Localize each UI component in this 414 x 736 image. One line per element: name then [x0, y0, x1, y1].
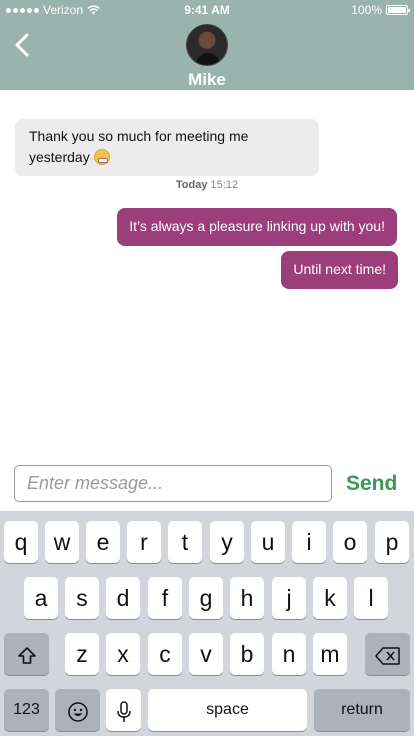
- incoming-message: Thank you so much for meeting me yesterd…: [15, 119, 319, 176]
- timestamp-day: Today: [175, 179, 208, 191]
- key-h[interactable]: h: [230, 577, 264, 619]
- chat-header: Verizon 9:41 AM 100% Mike: [0, 0, 414, 90]
- shift-key[interactable]: [4, 633, 49, 675]
- key-n[interactable]: n: [272, 633, 306, 675]
- battery-status: 100%: [351, 3, 410, 17]
- delete-key[interactable]: [365, 633, 410, 675]
- return-key[interactable]: return: [314, 689, 410, 731]
- back-button[interactable]: [12, 30, 36, 60]
- key-v[interactable]: v: [189, 633, 223, 675]
- numbers-key[interactable]: 123: [4, 689, 49, 731]
- chevron-left-icon: [15, 33, 29, 57]
- outgoing-message: It’s always a pleasure linking up with y…: [117, 208, 397, 246]
- emoji-icon: [67, 702, 88, 722]
- key-l[interactable]: l: [354, 577, 388, 619]
- outgoing-message: Until next time!: [281, 251, 398, 289]
- timestamp-time: 15:12: [210, 179, 239, 191]
- key-u[interactable]: u: [251, 521, 285, 563]
- status-bar: Verizon 9:41 AM 100%: [0, 0, 414, 20]
- keyboard: q w e r t y u i o p a s d f g h j k l z …: [0, 511, 414, 736]
- key-k[interactable]: k: [313, 577, 347, 619]
- microphone-icon: [116, 701, 131, 722]
- key-y[interactable]: y: [210, 521, 244, 563]
- key-a[interactable]: a: [24, 577, 58, 619]
- message-timestamp: Today 15:12: [0, 179, 414, 191]
- dictation-key[interactable]: [106, 689, 141, 731]
- key-w[interactable]: w: [45, 521, 79, 563]
- avatar[interactable]: [186, 24, 228, 66]
- key-p[interactable]: p: [375, 521, 409, 563]
- key-j[interactable]: j: [272, 577, 306, 619]
- battery-percent: 100%: [351, 3, 382, 17]
- key-i[interactable]: i: [292, 521, 326, 563]
- key-o[interactable]: o: [333, 521, 367, 563]
- key-s[interactable]: s: [65, 577, 99, 619]
- key-e[interactable]: e: [86, 521, 120, 563]
- key-t[interactable]: t: [168, 521, 202, 563]
- key-z[interactable]: z: [65, 633, 99, 675]
- key-r[interactable]: r: [127, 521, 161, 563]
- space-key[interactable]: space: [148, 689, 307, 731]
- key-b[interactable]: b: [230, 633, 264, 675]
- contact-name: Mike: [188, 70, 226, 89]
- emoji-key[interactable]: [55, 689, 100, 731]
- key-q[interactable]: q: [4, 521, 38, 563]
- key-c[interactable]: c: [148, 633, 182, 675]
- key-f[interactable]: f: [148, 577, 182, 619]
- message-input[interactable]: [14, 465, 332, 502]
- key-x[interactable]: x: [106, 633, 140, 675]
- grimacing-emoji-icon: [93, 149, 110, 165]
- incoming-message-text: Thank you so much for meeting me yesterd…: [29, 128, 249, 165]
- shift-arrow-icon: [17, 647, 36, 664]
- key-g[interactable]: g: [189, 577, 223, 619]
- backspace-icon: [374, 647, 400, 665]
- key-m[interactable]: m: [313, 633, 347, 675]
- send-button[interactable]: Send: [346, 472, 397, 496]
- key-d[interactable]: d: [106, 577, 140, 619]
- battery-icon: [386, 5, 410, 15]
